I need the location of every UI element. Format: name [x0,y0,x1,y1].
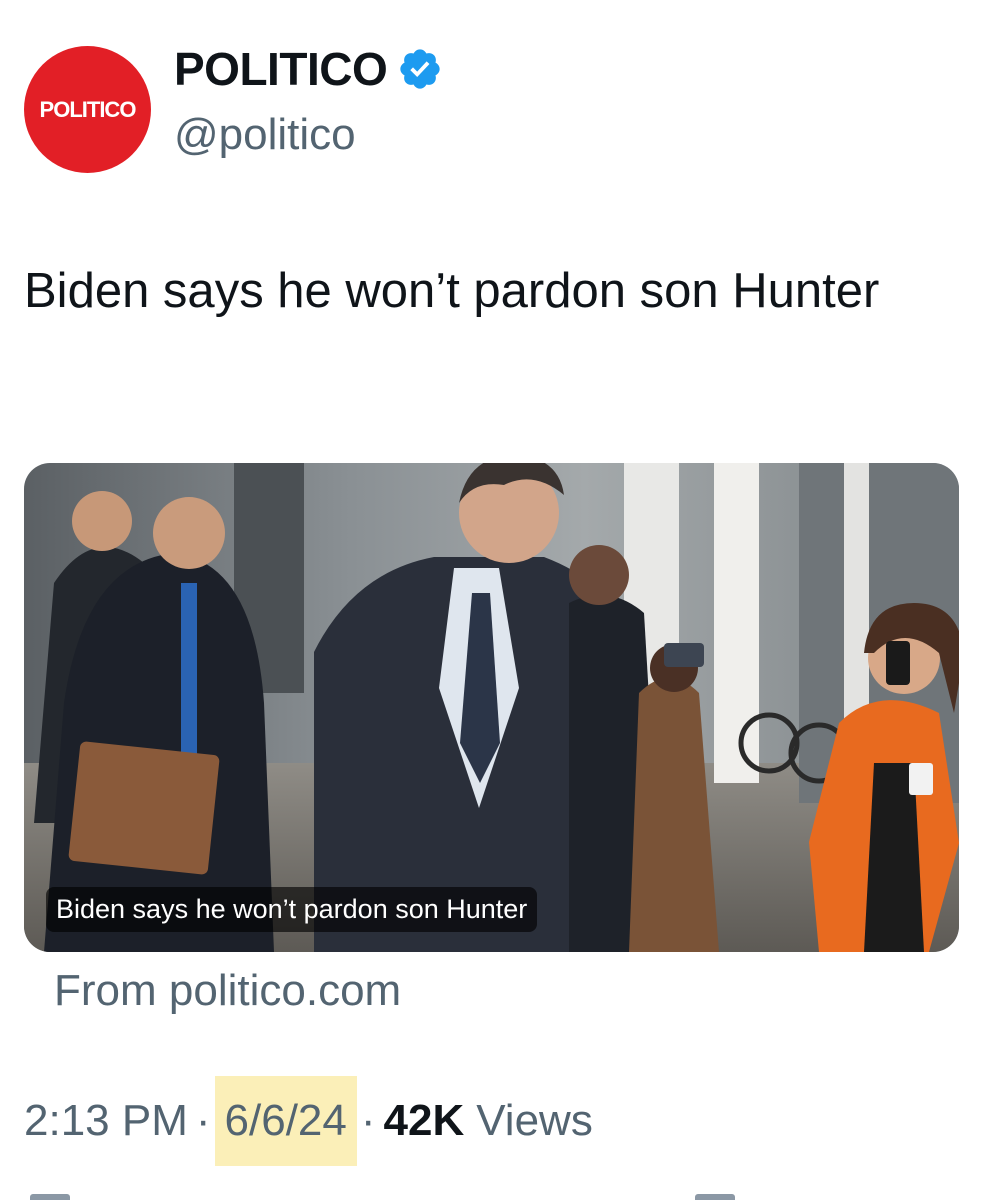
name-row: POLITICO [174,42,443,96]
views-label: Views [476,1096,593,1145]
verified-badge-icon [400,49,440,89]
card-source[interactable]: From politico.com [54,966,401,1016]
views-count[interactable]: 42K [384,1096,465,1146]
tweet-time[interactable]: 2:13 PM [24,1096,188,1146]
card-caption: Biden says he won’t pardon son Hunter [46,887,538,932]
article-photo [24,463,959,952]
tweet-date[interactable]: 6/6/24 [214,1076,357,1166]
bookmark-icon[interactable] [695,1194,735,1200]
handle[interactable]: @politico [174,110,356,160]
avatar-logo-text: POLITICO [39,96,137,122]
avatar[interactable]: POLITICO [24,46,151,173]
link-card[interactable]: Biden says he won’t pardon son Hunter [24,463,959,952]
tweet-text: Biden says he won’t pardon son Hunter [24,264,880,318]
meta-separator: · [195,1096,211,1145]
tweet-meta: 2:13 PM · 6/6/24 · 42K Views [24,1076,593,1166]
reply-icon[interactable] [30,1194,70,1200]
cropped-action-bar [0,1194,983,1200]
tweet-header: POLITICO POLITICO @politico [24,42,954,184]
meta-separator: · [360,1096,376,1145]
display-name[interactable]: POLITICO [174,42,388,96]
